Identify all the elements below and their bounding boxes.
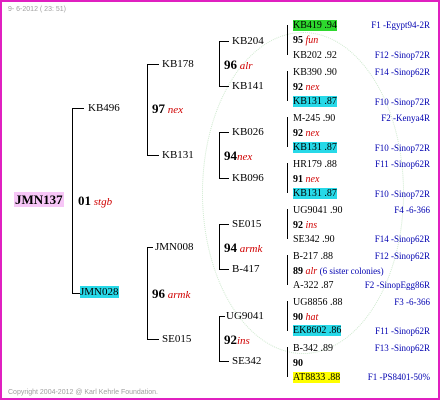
gen2-info: 94nex [224,148,253,163]
timestamp-header: 9- 6-2012 ( 23: 51) [8,6,66,13]
tree-line [147,64,159,65]
tree-line [287,117,288,147]
gen4-entry[interactable]: KB419 .94 [293,19,337,32]
tree-line [147,64,148,156]
gen4-entry[interactable]: B-217 .88 [293,250,333,263]
gen4-entry[interactable]: UG8856 .88 [293,296,342,309]
gen4-entry[interactable]: EK8602 .86 [293,324,342,337]
gen4-entry[interactable]: KB131 .87 [293,95,337,108]
gen4-ref: F10 -Sinop72R [374,189,430,199]
pedigree-frame: 9- 6-2012 ( 23: 51) JMN137 01 stgb KB496… [0,0,440,400]
gen4-ref: F1 -Egypt94-2R [371,20,430,30]
tree-line [147,339,159,340]
gen4-entry[interactable]: M-245 .90 [293,112,335,125]
gen4-ref: F10 -Sinop72R [374,97,430,107]
gen4-ref: F2 -SinopEgg86R [364,280,430,290]
tree-line [287,71,288,101]
tree-line [219,86,229,87]
gen4-entry[interactable]: A-322 .87 [293,279,334,292]
tree-line [287,25,288,55]
gen4-entry[interactable]: KB202 .92 [293,49,337,62]
gen1-node-sire[interactable]: KB496 [88,102,120,115]
gen2-node[interactable]: SE015 [162,333,191,346]
root-name: JMN137 [14,192,64,207]
gen4-mid: 90 [293,358,303,369]
tree-line [72,108,73,294]
gen4-entry[interactable]: KB390 .90 [293,66,337,79]
gen4-entry[interactable]: B-342 .89 [293,342,333,355]
gen4-ref: F10 -Sinop72R [374,143,430,153]
tree-line [219,361,229,362]
tree-line [287,255,288,285]
tree-line [147,247,148,340]
tree-line [219,224,229,225]
tree-line [219,132,229,133]
gen3-node[interactable]: KB096 [232,172,264,185]
gen3-node[interactable]: KB141 [232,80,264,93]
tree-line [147,247,153,248]
tree-line [287,347,288,377]
tree-line [72,293,80,294]
gen4-entry[interactable]: SE342 .90 [293,233,335,246]
gen4-ref: F14 -Sinop62R [374,234,430,244]
gen4-entry[interactable]: KB131 .87 [293,187,337,200]
tree-line [72,108,84,109]
tree-line [219,269,229,270]
root-info: 01 stgb [78,193,113,208]
gen1-dam-info: 96 armk [152,286,191,301]
gen4-ref: F14 -Sinop62R [374,67,430,77]
gen2-node[interactable]: JMN008 [155,241,194,254]
gen4-ref: F3 -6-366 [394,297,430,307]
gen4-mid: 91 nex [293,174,320,185]
gen4-ref: F2 -Kenya4R [381,113,430,123]
gen4-mid: 92 nex [293,82,320,93]
copyright-footer: Copyright 2004-2012 @ Karl Kehrle Founda… [8,389,158,396]
gen3-node[interactable]: KB026 [232,126,264,139]
gen3-node[interactable]: B-417 [232,263,260,276]
gen2-info: 92ins [224,332,250,347]
tree-line [219,132,220,179]
gen4-mid: 89 alr (6 sister colonies) [293,266,384,277]
gen4-ref: F11 -Sinop62R [375,159,430,169]
tree-line [219,316,220,362]
gen4-ref: F12 -Sinop62R [374,251,430,261]
gen3-node[interactable]: KB204 [232,35,264,48]
gen2-info: 94 armk [224,240,263,255]
gen4-mid: 92 ins [293,220,318,231]
tree-line [287,301,288,331]
tree-line [219,178,229,179]
gen3-node[interactable]: SE342 [232,355,261,368]
gen1-node-dam[interactable]: JMN028 [80,286,119,299]
gen4-entry[interactable]: UG9041 .90 [293,204,342,217]
tree-line [287,163,288,193]
gen2-node[interactable]: KB131 [162,149,194,162]
gen4-ref: F13 -Sinop62R [374,343,430,353]
gen4-ref: F12 -Sinop72R [374,50,430,60]
root-node[interactable]: JMN137 [14,192,64,208]
tree-line [287,209,288,239]
gen4-entry[interactable]: AT8833 .88 [293,371,341,384]
gen4-entry[interactable]: KB131 .87 [293,141,337,154]
tree-line [147,155,159,156]
gen3-node[interactable]: UG9041 [226,310,264,323]
gen4-ref: F11 -Sinop62R [375,326,430,336]
tree-line [219,41,229,42]
gen4-entry[interactable]: HR179 .88 [293,158,337,171]
tree-line [219,224,220,270]
gen4-mid: 90 hat [293,312,319,323]
gen3-node[interactable]: SE015 [232,218,261,231]
gen2-info: 96 alr [224,57,253,72]
tree-line [219,316,225,317]
tree-line [219,41,220,87]
gen1-sire-info: 97 nex [152,101,184,116]
gen4-mid: 92 nex [293,128,320,139]
gen4-ref: F1 -PS8401-50% [367,372,430,382]
gen2-node[interactable]: KB178 [162,58,194,71]
gen4-mid: 95 fun [293,35,319,46]
gen4-ref: F4 -6-366 [394,205,430,215]
